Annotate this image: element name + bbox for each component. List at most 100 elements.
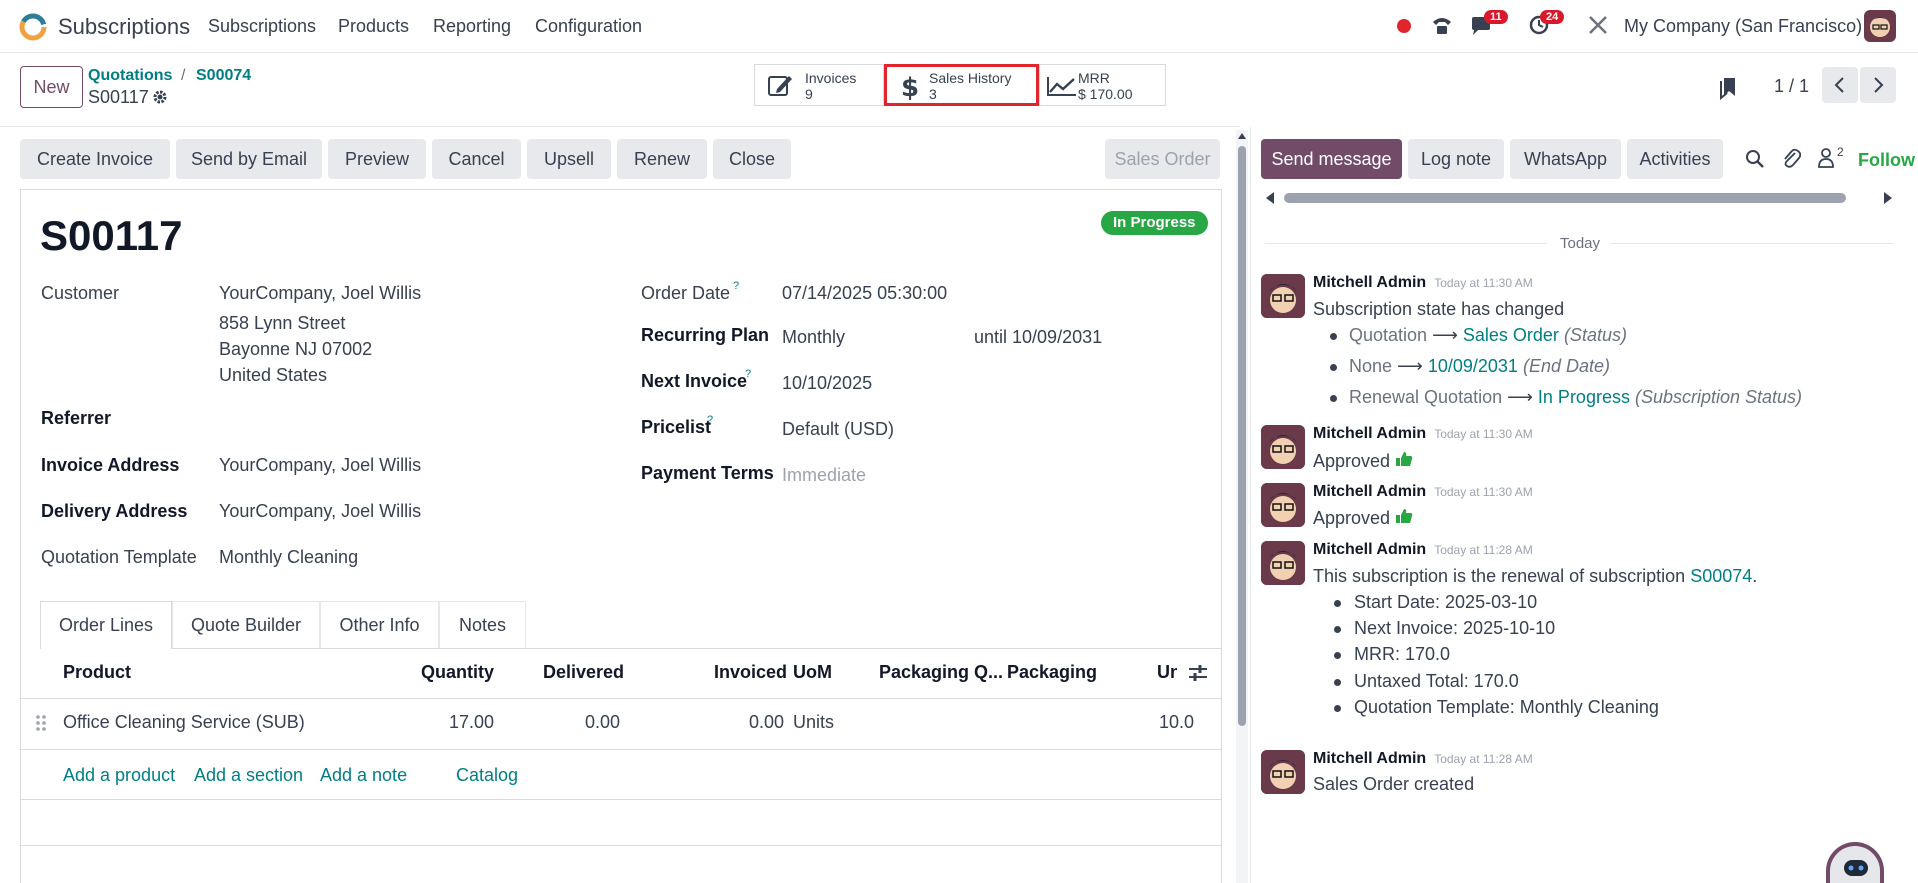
add-section-link[interactable]: Add a section (194, 765, 303, 786)
cell-product[interactable]: Office Cleaning Service (SUB) (63, 712, 305, 733)
column-header-invoiced[interactable]: Invoiced (714, 662, 787, 683)
search-icon[interactable] (1745, 149, 1765, 169)
add-product-link[interactable]: Add a product (63, 765, 175, 786)
subscriptions-app-icon[interactable] (18, 12, 48, 42)
sales-history-label: Sales History (929, 70, 1012, 86)
activities-button[interactable]: Activities (1627, 139, 1723, 179)
tab-order-lines[interactable]: Order Lines (40, 601, 172, 649)
create-invoice-button[interactable]: Create Invoice (20, 139, 170, 179)
catalog-link[interactable]: Catalog (456, 765, 518, 786)
payment-terms-field[interactable]: Immediate (782, 465, 866, 486)
next-invoice-field[interactable]: 10/10/2025 (782, 373, 872, 394)
paperclip-icon[interactable] (1781, 147, 1801, 169)
message-author[interactable]: Mitchell Admin (1313, 750, 1426, 767)
author-avatar[interactable] (1261, 750, 1305, 794)
message-author[interactable]: Mitchell Admin (1313, 425, 1426, 442)
author-avatar[interactable] (1261, 425, 1305, 469)
optional-columns-icon[interactable] (1188, 664, 1208, 682)
column-header-uom[interactable]: UoM (793, 662, 832, 683)
bullet (1334, 652, 1341, 659)
log-note-button[interactable]: Log note (1408, 139, 1504, 179)
order-date-field[interactable]: 07/14/2025 05:30:00 (782, 283, 947, 304)
close-button[interactable]: Close (713, 139, 791, 179)
cell-delivered[interactable]: 0.00 (585, 712, 620, 733)
breadcrumb-quotations[interactable]: Quotations (88, 67, 172, 85)
column-header-product[interactable]: Product (63, 662, 131, 683)
column-header-packaging[interactable]: Packaging (1007, 662, 1097, 683)
author-avatar[interactable] (1261, 274, 1305, 318)
column-header-quantity[interactable]: Quantity (421, 662, 494, 683)
phone-icon[interactable] (1431, 14, 1453, 36)
message-author[interactable]: Mitchell Admin (1313, 274, 1426, 291)
message-body: Approved (1313, 451, 1391, 471)
debug-tools-icon[interactable] (1587, 14, 1609, 36)
tab-quote-builder[interactable]: Quote Builder (172, 601, 320, 648)
cell-unit-price[interactable]: 10.0 (1159, 712, 1222, 733)
scroll-right-icon[interactable] (1883, 192, 1893, 204)
follow-button[interactable]: Follow (1858, 150, 1918, 171)
breadcrumb-s00074[interactable]: S00074 (196, 67, 251, 85)
tracking-field: (Subscription Status) (1634, 387, 1803, 407)
customer-link[interactable]: YourCompany, Joel Willis (219, 283, 421, 304)
preview-button[interactable]: Preview (328, 139, 426, 179)
gear-icon[interactable] (152, 89, 168, 105)
send-by-email-button[interactable]: Send by Email (176, 139, 322, 179)
cell-quantity[interactable]: 17.00 (449, 712, 494, 733)
cell-uom[interactable]: Units (793, 712, 834, 733)
pricelist-field[interactable]: Default (USD) (782, 419, 894, 440)
status-sales-order[interactable]: Sales Order (1105, 139, 1220, 179)
pager-next-button[interactable] (1860, 67, 1896, 103)
column-header-unit-price[interactable]: Uni (1157, 662, 1177, 683)
scroll-up-icon[interactable] (1238, 132, 1246, 140)
upsell-button[interactable]: Upsell (527, 139, 611, 179)
app-name[interactable]: Subscriptions (58, 14, 190, 40)
cancel-button[interactable]: Cancel (432, 139, 521, 179)
author-avatar[interactable] (1261, 483, 1305, 527)
drag-handle-icon[interactable] (34, 713, 48, 733)
followers-icon[interactable] (1816, 147, 1836, 169)
message-author[interactable]: Mitchell Admin (1313, 483, 1426, 500)
end-date-field[interactable]: until 10/09/2031 (974, 327, 1102, 348)
invoices-smart-button[interactable]: Invoices 9 (754, 64, 884, 106)
menu-reporting[interactable]: Reporting (433, 16, 511, 37)
invoice-address-field[interactable]: YourCompany, Joel Willis (219, 455, 421, 476)
message-author[interactable]: Mitchell Admin (1313, 541, 1426, 558)
pager-value[interactable]: 1 / 1 (1774, 76, 1809, 97)
help-tooltip-icon[interactable]: ? (707, 414, 713, 426)
subscription-link[interactable]: S00074 (1690, 566, 1752, 586)
column-header-delivered[interactable]: Delivered (543, 662, 624, 683)
scrollbar-thumb[interactable] (1238, 146, 1246, 726)
column-header-packaging-qty[interactable]: Packaging Q... (879, 662, 1003, 683)
company-switcher[interactable]: My Company (San Francisco) (1624, 16, 1862, 37)
delivery-address-field[interactable]: YourCompany, Joel Willis (219, 501, 421, 522)
menu-subscriptions[interactable]: Subscriptions (208, 16, 316, 37)
menu-configuration[interactable]: Configuration (535, 16, 642, 37)
referrer-field[interactable] (219, 402, 599, 432)
tab-other-info[interactable]: Other Info (320, 601, 439, 648)
chatter-hscrollbar-thumb[interactable] (1284, 193, 1846, 203)
pager-previous-button[interactable] (1822, 67, 1858, 103)
tab-notes[interactable]: Notes (439, 601, 526, 648)
add-note-link[interactable]: Add a note (320, 765, 407, 786)
recording-indicator-icon[interactable] (1397, 19, 1411, 33)
recurring-plan-field[interactable]: Monthly (782, 327, 845, 348)
mrr-smart-button[interactable]: MRR $ 170.00 (1039, 64, 1166, 106)
renewal-detail: Quotation Template: Monthly Cleaning (1354, 697, 1659, 717)
sales-history-smart-button[interactable]: $ Sales History 3 (884, 64, 1039, 106)
new-button[interactable]: New (20, 66, 83, 108)
form-scrollbar[interactable] (1236, 130, 1248, 883)
whatsapp-button[interactable]: WhatsApp (1510, 139, 1621, 179)
send-message-button[interactable]: Send message (1261, 139, 1402, 179)
tabs-baseline (40, 648, 1222, 649)
scroll-left-icon[interactable] (1265, 192, 1275, 204)
author-avatar[interactable] (1261, 541, 1305, 585)
help-tooltip-icon[interactable]: ? (745, 368, 751, 380)
tracking-field: (End Date) (1522, 356, 1610, 376)
help-tooltip-icon[interactable]: ? (733, 280, 739, 292)
user-avatar[interactable] (1864, 10, 1896, 42)
quotation-template-link[interactable]: Monthly Cleaning (219, 547, 358, 568)
renew-button[interactable]: Renew (617, 139, 707, 179)
menu-products[interactable]: Products (338, 16, 409, 37)
bookmark-icon[interactable] (1719, 76, 1737, 100)
invoice-address-label: Invoice Address (41, 455, 180, 475)
